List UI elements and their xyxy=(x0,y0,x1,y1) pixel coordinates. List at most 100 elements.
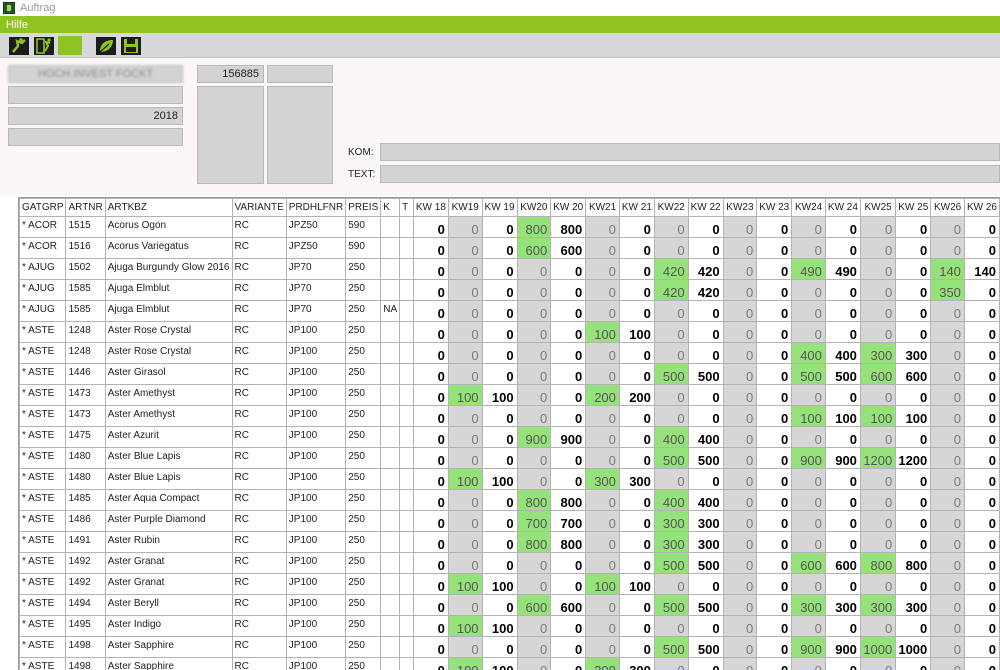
quantity-cell[interactable]: 0 xyxy=(516,321,552,343)
quantity-cell[interactable]: 0 xyxy=(963,405,1000,427)
quantity-cell[interactable]: 0 xyxy=(447,279,483,301)
table-row[interactable]: * ASTE 1485 Aster Aqua Compact RC JP100 250 0 0… xyxy=(19,489,1000,511)
table-cell[interactable]: Ajuga Elmblut xyxy=(104,300,233,322)
table-cell[interactable]: * ASTE xyxy=(19,552,67,574)
quantity-cell[interactable]: 0 xyxy=(756,258,793,280)
quantity-cell[interactable]: 0 xyxy=(412,384,449,406)
quantity-cell[interactable]: 800 xyxy=(516,216,552,238)
table-cell[interactable]: JP70 xyxy=(285,300,347,322)
quantity-cell[interactable]: 0 xyxy=(930,426,965,448)
table-cell[interactable]: RC xyxy=(231,594,287,616)
quantity-cell[interactable]: 100 xyxy=(447,468,483,490)
column-header[interactable]: KW 26 xyxy=(963,198,1000,217)
table-cell[interactable]: Aster Girasol xyxy=(104,363,233,385)
quantity-cell[interactable]: 900 xyxy=(824,447,861,469)
table-cell[interactable]: 1485 xyxy=(65,489,106,511)
quantity-cell[interactable]: 300 xyxy=(585,657,620,670)
table-cell[interactable]: Acorus Ogon xyxy=(104,216,233,238)
quantity-cell[interactable]: 0 xyxy=(516,405,552,427)
quantity-cell[interactable]: 0 xyxy=(653,468,689,490)
quantity-cell[interactable]: 300 xyxy=(859,342,897,364)
quantity-cell[interactable]: 0 xyxy=(653,342,689,364)
table-cell[interactable] xyxy=(380,405,401,427)
quantity-cell[interactable]: 420 xyxy=(687,258,724,280)
quantity-cell[interactable]: 0 xyxy=(585,510,620,532)
text-input[interactable] xyxy=(380,165,1000,183)
quantity-cell[interactable]: 420 xyxy=(687,279,724,301)
quantity-cell[interactable]: 0 xyxy=(550,573,587,595)
quantity-cell[interactable]: 0 xyxy=(687,573,724,595)
table-cell[interactable]: * ASTE xyxy=(19,657,67,670)
quantity-cell[interactable]: 0 xyxy=(481,510,518,532)
table-cell[interactable]: 1498 xyxy=(65,657,106,670)
quantity-cell[interactable]: 0 xyxy=(824,237,861,259)
quantity-cell[interactable]: 0 xyxy=(859,384,897,406)
quantity-cell[interactable]: 0 xyxy=(722,531,758,553)
quantity-cell[interactable]: 0 xyxy=(756,447,793,469)
quantity-cell[interactable]: 400 xyxy=(653,426,689,448)
quantity-cell[interactable]: 0 xyxy=(412,531,449,553)
quantity-cell[interactable]: 0 xyxy=(930,216,965,238)
quantity-cell[interactable]: 400 xyxy=(687,489,724,511)
quantity-cell[interactable]: 0 xyxy=(930,552,965,574)
quantity-cell[interactable]: 0 xyxy=(930,321,965,343)
quantity-cell[interactable]: 500 xyxy=(653,552,689,574)
quantity-cell[interactable]: 0 xyxy=(618,426,655,448)
table-cell[interactable]: RC xyxy=(231,363,287,385)
quantity-cell[interactable]: 0 xyxy=(930,594,965,616)
quantity-cell[interactable]: 0 xyxy=(930,531,965,553)
table-cell[interactable]: JP100 xyxy=(285,363,347,385)
quantity-cell[interactable]: 1200 xyxy=(895,447,932,469)
quantity-cell[interactable]: 0 xyxy=(653,573,689,595)
quantity-cell[interactable]: 0 xyxy=(895,279,932,301)
quantity-cell[interactable]: 0 xyxy=(687,321,724,343)
quantity-cell[interactable]: 0 xyxy=(481,216,518,238)
quantity-cell[interactable]: 0 xyxy=(756,342,793,364)
table-cell[interactable]: * AJUG xyxy=(19,300,67,322)
quantity-cell[interactable]: 0 xyxy=(516,447,552,469)
quantity-cell[interactable]: 0 xyxy=(585,237,620,259)
table-cell[interactable] xyxy=(380,258,401,280)
column-header[interactable]: KW 24 xyxy=(824,198,861,217)
table-cell[interactable]: JP100 xyxy=(285,552,347,574)
quantity-cell[interactable]: 0 xyxy=(895,384,932,406)
table-cell[interactable] xyxy=(399,258,414,280)
quantity-cell[interactable]: 0 xyxy=(481,531,518,553)
number-field[interactable]: 156885 xyxy=(197,65,264,83)
quantity-cell[interactable]: 0 xyxy=(481,426,518,448)
quantity-cell[interactable]: 0 xyxy=(412,615,449,637)
column-header[interactable]: KW20 xyxy=(516,198,552,217)
table-cell[interactable] xyxy=(399,237,414,259)
quantity-cell[interactable]: 0 xyxy=(824,531,861,553)
quantity-cell[interactable]: 500 xyxy=(687,636,724,658)
table-row[interactable]: * ASTE1498Aster SapphireRCJP100250010010… xyxy=(19,657,1000,670)
quantity-cell[interactable]: 0 xyxy=(756,321,793,343)
quantity-cell[interactable]: 0 xyxy=(447,447,483,469)
table-cell[interactable] xyxy=(380,342,401,364)
table-cell[interactable]: * ACOR xyxy=(19,237,67,259)
table-cell[interactable]: 250 xyxy=(345,279,382,301)
quantity-cell[interactable]: 0 xyxy=(963,216,1000,238)
quantity-cell[interactable]: 0 xyxy=(963,510,1000,532)
quantity-cell[interactable]: 0 xyxy=(930,615,965,637)
table-cell[interactable]: 1473 xyxy=(65,384,106,406)
quantity-cell[interactable]: 0 xyxy=(791,510,826,532)
quantity-cell[interactable]: 100 xyxy=(618,573,655,595)
quantity-cell[interactable]: 0 xyxy=(824,489,861,511)
quantity-cell[interactable]: 300 xyxy=(653,510,689,532)
quantity-cell[interactable]: 0 xyxy=(895,489,932,511)
table-cell[interactable]: JPZ50 xyxy=(285,216,347,238)
table-cell[interactable]: 250 xyxy=(345,426,382,448)
table-cell[interactable]: 250 xyxy=(345,552,382,574)
quantity-cell[interactable]: 0 xyxy=(963,300,1000,322)
quantity-cell[interactable]: 0 xyxy=(756,216,793,238)
quantity-cell[interactable]: 0 xyxy=(722,321,758,343)
quantity-cell[interactable]: 200 xyxy=(618,384,655,406)
quantity-cell[interactable]: 0 xyxy=(791,657,826,670)
quantity-cell[interactable]: 0 xyxy=(687,405,724,427)
quantity-cell[interactable]: 0 xyxy=(722,405,758,427)
table-cell[interactable]: 250 xyxy=(345,321,382,343)
quantity-cell[interactable]: 0 xyxy=(447,489,483,511)
table-cell[interactable]: 250 xyxy=(345,300,382,322)
quantity-cell[interactable]: 300 xyxy=(687,531,724,553)
